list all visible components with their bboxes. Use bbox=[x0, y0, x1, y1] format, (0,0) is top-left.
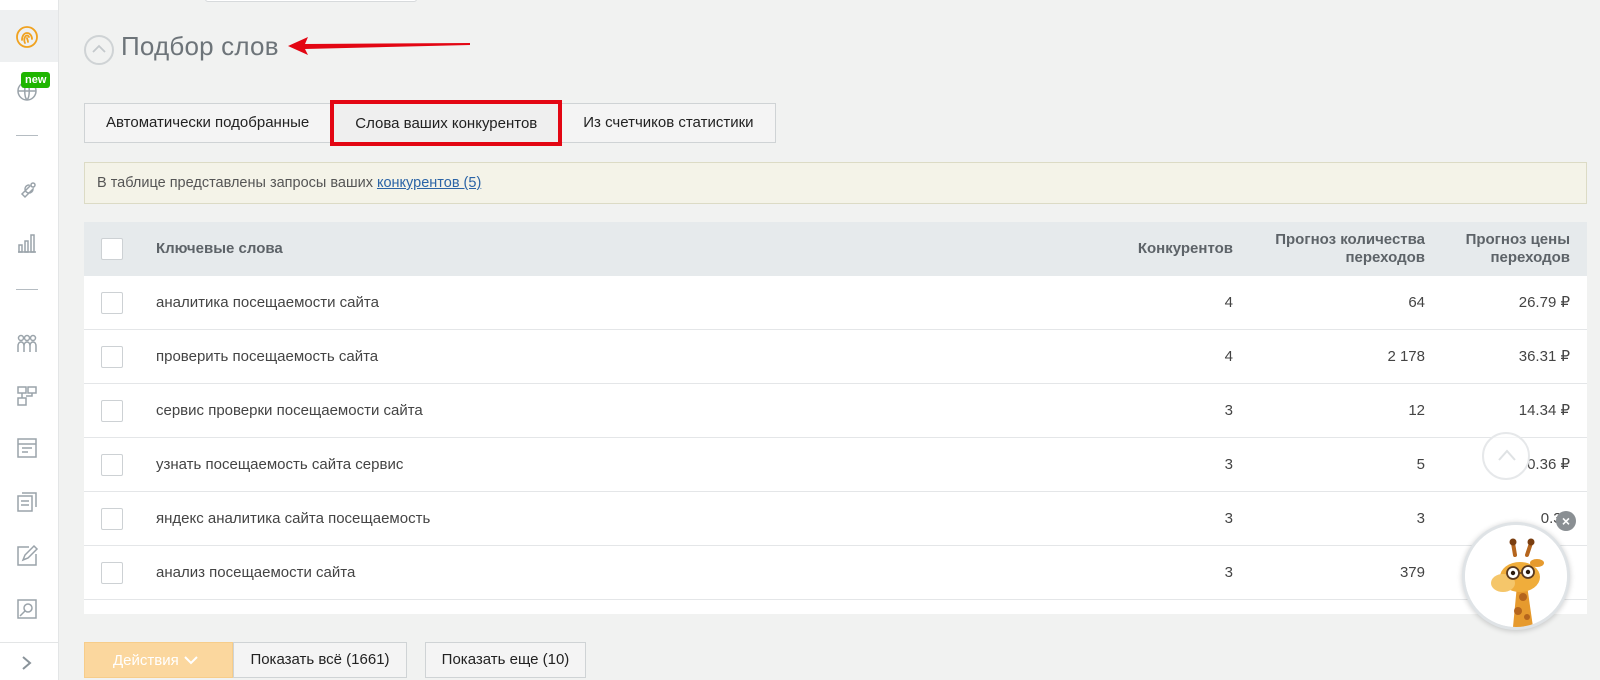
competitors-link[interactable]: конкурентов (5) bbox=[377, 175, 481, 191]
show-more-button[interactable]: Показать еще (10) bbox=[425, 642, 586, 678]
header-forecast-clicks[interactable]: Прогноз количества переходов bbox=[1275, 231, 1425, 267]
keyword-cell: яндекс аналитика сайта посещаемость bbox=[156, 510, 431, 527]
team-icon[interactable] bbox=[15, 332, 39, 356]
keyword-cell: аналитика посещаемости сайта bbox=[156, 294, 379, 311]
competitors-cell: 3 bbox=[1224, 402, 1233, 419]
competitors-cell: 3 bbox=[1224, 510, 1233, 527]
price-cell: 14.34 ₽ bbox=[1518, 402, 1570, 419]
actions-button[interactable]: Действия bbox=[84, 642, 233, 678]
chevron-up-icon bbox=[1498, 449, 1516, 461]
keyword-cell: анализ посещаемости сайта bbox=[156, 564, 356, 581]
wrench-icon[interactable] bbox=[15, 179, 39, 203]
table-row[interactable]: проверить посещаемость сайта 4 2 178 36.… bbox=[84, 330, 1587, 384]
price-cell: 36.31 ₽ bbox=[1518, 348, 1570, 365]
price-cell: 26.79 ₽ bbox=[1518, 294, 1570, 311]
select-all-checkbox[interactable] bbox=[101, 238, 123, 260]
row-checkbox[interactable] bbox=[101, 400, 123, 422]
info-text: В таблице представлены запросы ваших bbox=[97, 175, 377, 191]
clicks-cell: 5 bbox=[1416, 456, 1425, 473]
header-forecast-price-line2: переходов bbox=[1490, 249, 1570, 266]
row-checkbox[interactable] bbox=[101, 292, 123, 314]
header-competitors[interactable]: Конкурентов bbox=[1138, 240, 1233, 258]
row-checkbox[interactable] bbox=[101, 508, 123, 530]
clicks-cell: 3 bbox=[1416, 510, 1425, 527]
analytics-icon[interactable] bbox=[15, 231, 39, 255]
row-checkbox[interactable] bbox=[101, 346, 123, 368]
competitors-cell: 4 bbox=[1224, 294, 1233, 311]
keyword-cell: узнать посещаемость сайта сервис bbox=[156, 456, 404, 473]
keywords-table: Ключевые слова Конкурентов Прогноз колич… bbox=[84, 222, 1587, 622]
sidebar: new bbox=[0, 0, 59, 680]
price-cell: 0.36 ₽ bbox=[1527, 456, 1570, 473]
table-row[interactable]: узнать посещаемость сайта сервис 3 5 0.3… bbox=[84, 438, 1587, 492]
tab-competitor-words[interactable]: Слова ваших конкурентов bbox=[330, 100, 563, 146]
table-row[interactable]: анализ посещаемости сайта 3 379 bbox=[84, 546, 1587, 600]
page-title: Подбор слов bbox=[121, 31, 279, 61]
giraffe-icon bbox=[1465, 525, 1567, 627]
clicks-cell: 2 178 bbox=[1387, 348, 1425, 365]
search-doc-icon[interactable] bbox=[15, 597, 39, 621]
fingerprint-icon[interactable] bbox=[15, 25, 39, 49]
close-icon[interactable]: × bbox=[1556, 511, 1576, 531]
table-row[interactable]: сервис проверки посещаемости сайта 3 12 … bbox=[84, 384, 1587, 438]
red-arrow-annotation bbox=[288, 37, 470, 55]
keyword-cell: сервис проверки посещаемости сайта bbox=[156, 402, 423, 419]
header-forecast-clicks-line2: переходов bbox=[1345, 249, 1425, 266]
collapse-section-button[interactable] bbox=[84, 35, 114, 65]
header-keywords[interactable]: Ключевые слова bbox=[156, 240, 283, 258]
header-forecast-price-line1: Прогноз цены bbox=[1465, 231, 1570, 248]
actions-label: Действия bbox=[113, 652, 179, 669]
chevron-up-icon bbox=[92, 44, 106, 53]
new-badge: new bbox=[21, 72, 51, 88]
chevron-down-icon bbox=[184, 656, 198, 665]
competitors-cell: 4 bbox=[1224, 348, 1233, 365]
sidebar-separator bbox=[16, 135, 38, 136]
keyword-cell: проверить посещаемость сайта bbox=[156, 348, 379, 365]
competitors-cell: 3 bbox=[1224, 564, 1233, 581]
show-all-button[interactable]: Показать всё (1661) bbox=[233, 642, 407, 678]
chevron-right-icon bbox=[22, 656, 32, 670]
tab-auto-selected[interactable]: Автоматически подобранные bbox=[84, 103, 332, 143]
giraffe-assistant-avatar[interactable] bbox=[1462, 522, 1570, 630]
tab-statistics-counters[interactable]: Из счетчиков статистики bbox=[561, 103, 776, 143]
documents-icon[interactable] bbox=[15, 490, 39, 514]
table-row[interactable]: яндекс аналитика сайта посещаемость 3 3 … bbox=[84, 492, 1587, 546]
layout-icon[interactable] bbox=[15, 436, 39, 460]
tab-bar: Автоматически подобранные Слова ваших ко… bbox=[84, 100, 776, 146]
row-checkbox[interactable] bbox=[101, 454, 123, 476]
clicks-cell: 379 bbox=[1399, 564, 1425, 581]
structure-icon[interactable] bbox=[15, 384, 39, 408]
edit-icon[interactable] bbox=[15, 544, 39, 568]
scroll-to-top-button[interactable] bbox=[1482, 432, 1530, 480]
header-forecast-clicks-line1: Прогноз количества bbox=[1275, 231, 1425, 248]
table-header: Ключевые слова Конкурентов Прогноз колич… bbox=[84, 222, 1587, 276]
competitors-cell: 3 bbox=[1224, 456, 1233, 473]
row-checkbox[interactable] bbox=[101, 562, 123, 584]
header-forecast-price[interactable]: Прогноз цены переходов bbox=[1466, 231, 1570, 267]
top-dropdown-stub[interactable] bbox=[205, 0, 417, 2]
sidebar-expand-button[interactable] bbox=[0, 642, 58, 680]
table-row[interactable]: аналитика посещаемости сайта 4 64 26.79 … bbox=[84, 276, 1587, 330]
clicks-cell: 64 bbox=[1408, 294, 1425, 311]
info-box: В таблице представлены запросы ваших кон… bbox=[84, 162, 1587, 204]
sidebar-separator bbox=[16, 289, 38, 290]
clicks-cell: 12 bbox=[1408, 402, 1425, 419]
